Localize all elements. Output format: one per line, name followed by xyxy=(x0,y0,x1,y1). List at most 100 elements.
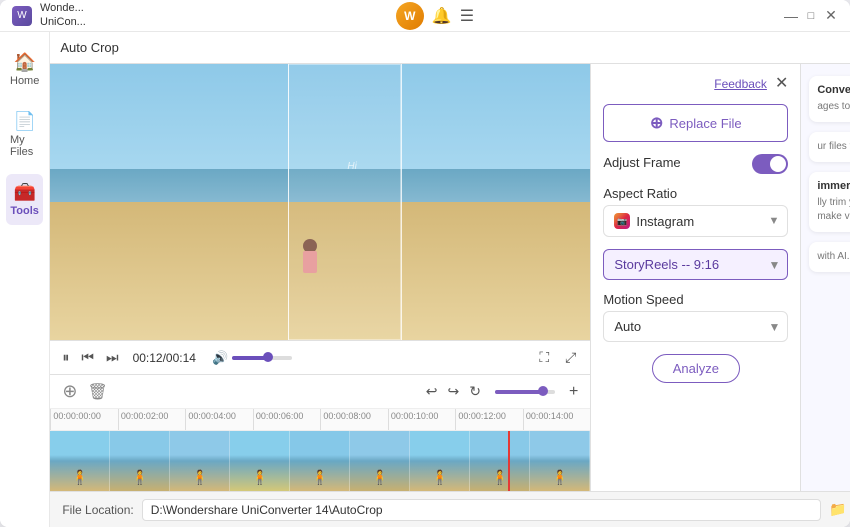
promo-trimmer: immer lly trim your make video xyxy=(809,172,850,232)
thumb-1: 🧍 xyxy=(110,431,170,491)
zoom-in-button[interactable]: + xyxy=(567,381,580,403)
volume-area: 🔊 xyxy=(212,350,292,366)
ruler-mark-0: 00:00:00:00 xyxy=(50,409,118,430)
feedback-row: Feedback ✕ xyxy=(603,76,788,92)
video-controls-bar: ⏸ ⏮ ⏭ 00:12/00:14 🔊 ⛶ xyxy=(50,340,590,374)
replace-file-button[interactable]: ⊕ Replace File xyxy=(603,104,788,142)
analyze-button[interactable]: Analyze xyxy=(652,354,740,383)
sidebar-files-label: My Files xyxy=(10,134,39,158)
person-7: 🧍 xyxy=(491,469,508,486)
sidebar-item-home[interactable]: 🏠 Home xyxy=(6,44,43,95)
app-title: Wonde... UniCon... xyxy=(40,2,86,28)
sidebar-item-tools[interactable]: 🧰 Tools xyxy=(6,174,43,225)
aspect-ratio-arrow: ▼ xyxy=(768,215,779,227)
editor-main: Hi ⏸ ⏮ ⏭ 00:12/00:14 🔊 xyxy=(50,64,850,491)
promo-files: ur files to xyxy=(809,132,850,162)
bell-icon[interactable]: 🔔 xyxy=(432,6,452,26)
fullscreen-button[interactable]: ⤢ xyxy=(561,347,580,368)
add-clip-button[interactable]: ⊕ xyxy=(60,379,79,404)
sidebar-item-myfiles[interactable]: 📄 My Files xyxy=(6,103,43,166)
promo-converter-title: Converter xyxy=(817,84,850,96)
app-icon: W xyxy=(12,6,32,26)
window-controls: — □ ✕ xyxy=(784,9,838,23)
sidebar-tools-label: Tools xyxy=(10,205,39,217)
thumb-4: 🧍 xyxy=(290,431,350,491)
minimize-button[interactable]: — xyxy=(784,9,798,23)
playhead[interactable] xyxy=(508,431,510,491)
undo-button[interactable]: ↩ xyxy=(424,381,440,402)
right-sidebar-promo: Converter ages to other ur files to imme… xyxy=(800,64,850,491)
titlebar-left: W Wonde... UniCon... xyxy=(12,2,86,28)
menu-icon[interactable]: ☰ xyxy=(460,6,474,26)
timeline-tracks[interactable]: 🧍 🧍 🧍 🧍 xyxy=(50,431,590,491)
motion-speed-dropdown[interactable]: Auto xyxy=(603,311,788,342)
motion-speed-section: Motion Speed Auto ▼ xyxy=(603,292,788,342)
aspect-ratio-dropdown[interactable]: 📷 Instagram ▼ xyxy=(603,205,788,237)
skip-back-button[interactable]: ⏮ xyxy=(79,347,96,368)
person-1: 🧍 xyxy=(131,469,148,486)
person-0: 🧍 xyxy=(71,469,88,486)
header-right: W 🔔 ☰ xyxy=(396,2,474,30)
timeline-toolbar: ⊕ 🗑 ↩ ↪ ↻ + xyxy=(50,375,590,409)
video-background: Hi xyxy=(50,64,590,340)
bottom-bar: File Location: 📁 Export xyxy=(50,491,850,527)
ruler-mark-3: 00:00:06:00 xyxy=(253,409,321,430)
browse-folder-button[interactable]: 📁 xyxy=(829,501,846,518)
storyreels-dropdown[interactable]: StoryReels -- 9:16 xyxy=(603,249,788,280)
time-display: 00:12/00:14 xyxy=(133,351,196,365)
close-panel-button[interactable]: ✕ xyxy=(775,76,788,92)
analyze-section: Analyze xyxy=(603,354,788,383)
promo-ai-text: with AI. xyxy=(817,250,850,264)
ruler-mark-1: 00:00:02:00 xyxy=(118,409,186,430)
redo-button[interactable]: ↪ xyxy=(446,381,462,402)
maximize-button[interactable]: □ xyxy=(804,9,818,23)
close-button[interactable]: ✕ xyxy=(824,9,838,23)
person-6: 🧍 xyxy=(431,469,448,486)
motion-speed-container: Auto ▼ xyxy=(603,311,788,342)
ruler-mark-5: 00:00:10:00 xyxy=(388,409,456,430)
sidebar-home-label: Home xyxy=(10,75,39,87)
file-location-label: File Location: xyxy=(62,503,133,517)
volume-icon[interactable]: 🔊 xyxy=(212,350,228,366)
sidebar: 🏠 Home 📄 My Files 🧰 Tools xyxy=(0,32,50,527)
thumb-5: 🧍 xyxy=(350,431,410,491)
skip-forward-button[interactable]: ⏭ xyxy=(104,347,121,368)
fit-screen-button[interactable]: ⛶ xyxy=(535,347,553,368)
ruler-mark-4: 00:00:08:00 xyxy=(320,409,388,430)
feedback-link[interactable]: Feedback xyxy=(714,77,767,91)
storyreels-container: StoryReels -- 9:16 ▼ xyxy=(603,249,788,280)
promo-trimmer-text2: make video xyxy=(817,210,850,224)
person-2: 🧍 xyxy=(191,469,208,486)
pause-button[interactable]: ⏸ xyxy=(60,347,71,368)
instagram-icon: 📷 xyxy=(614,213,630,229)
user-avatar[interactable]: W xyxy=(396,2,424,30)
motion-speed-label: Motion Speed xyxy=(603,292,788,307)
right-panel: Feedback ✕ ⊕ Replace File Adjust Frame xyxy=(590,64,800,491)
promo-converter-text: ages to other xyxy=(817,100,850,114)
window-titlebar: W Wonde... UniCon... W 🔔 ☰ — □ ✕ xyxy=(0,0,850,32)
delete-button[interactable]: 🗑 xyxy=(85,380,109,404)
autocrop-header: Auto Crop xyxy=(50,32,850,64)
person-8: 🧍 xyxy=(551,469,568,486)
adjust-frame-row: Adjust Frame xyxy=(603,154,788,174)
files-icon: 📄 xyxy=(13,111,35,132)
redo2-button[interactable]: ↻ xyxy=(467,381,483,402)
thumb-7: 🧍 xyxy=(470,431,530,491)
editor-area: Auto Crop xyxy=(50,32,850,527)
adjust-frame-label: Adjust Frame xyxy=(603,155,680,170)
video-preview: Hi ⏸ ⏮ ⏭ 00:12/00:14 🔊 xyxy=(50,64,590,491)
person-3: 🧍 xyxy=(251,469,268,486)
adjust-frame-toggle[interactable] xyxy=(752,154,788,174)
promo-trimmer-title: immer xyxy=(817,180,850,192)
promo-ai: with AI. xyxy=(809,242,850,272)
home-icon: 🏠 xyxy=(13,52,35,73)
aspect-ratio-value: Instagram xyxy=(636,214,694,229)
timeline-area: ⊕ 🗑 ↩ ↪ ↻ + xyxy=(50,374,590,491)
person-4: 🧍 xyxy=(311,469,328,486)
timeline-ruler: 00:00:00:00 00:00:02:00 00:00:04:00 00:0… xyxy=(50,409,590,431)
file-path-input[interactable] xyxy=(142,499,822,521)
thumb-0: 🧍 xyxy=(50,431,110,491)
aspect-ratio-label: Aspect Ratio xyxy=(603,186,788,201)
volume-slider[interactable] xyxy=(232,356,292,360)
thumb-2: 🧍 xyxy=(170,431,230,491)
